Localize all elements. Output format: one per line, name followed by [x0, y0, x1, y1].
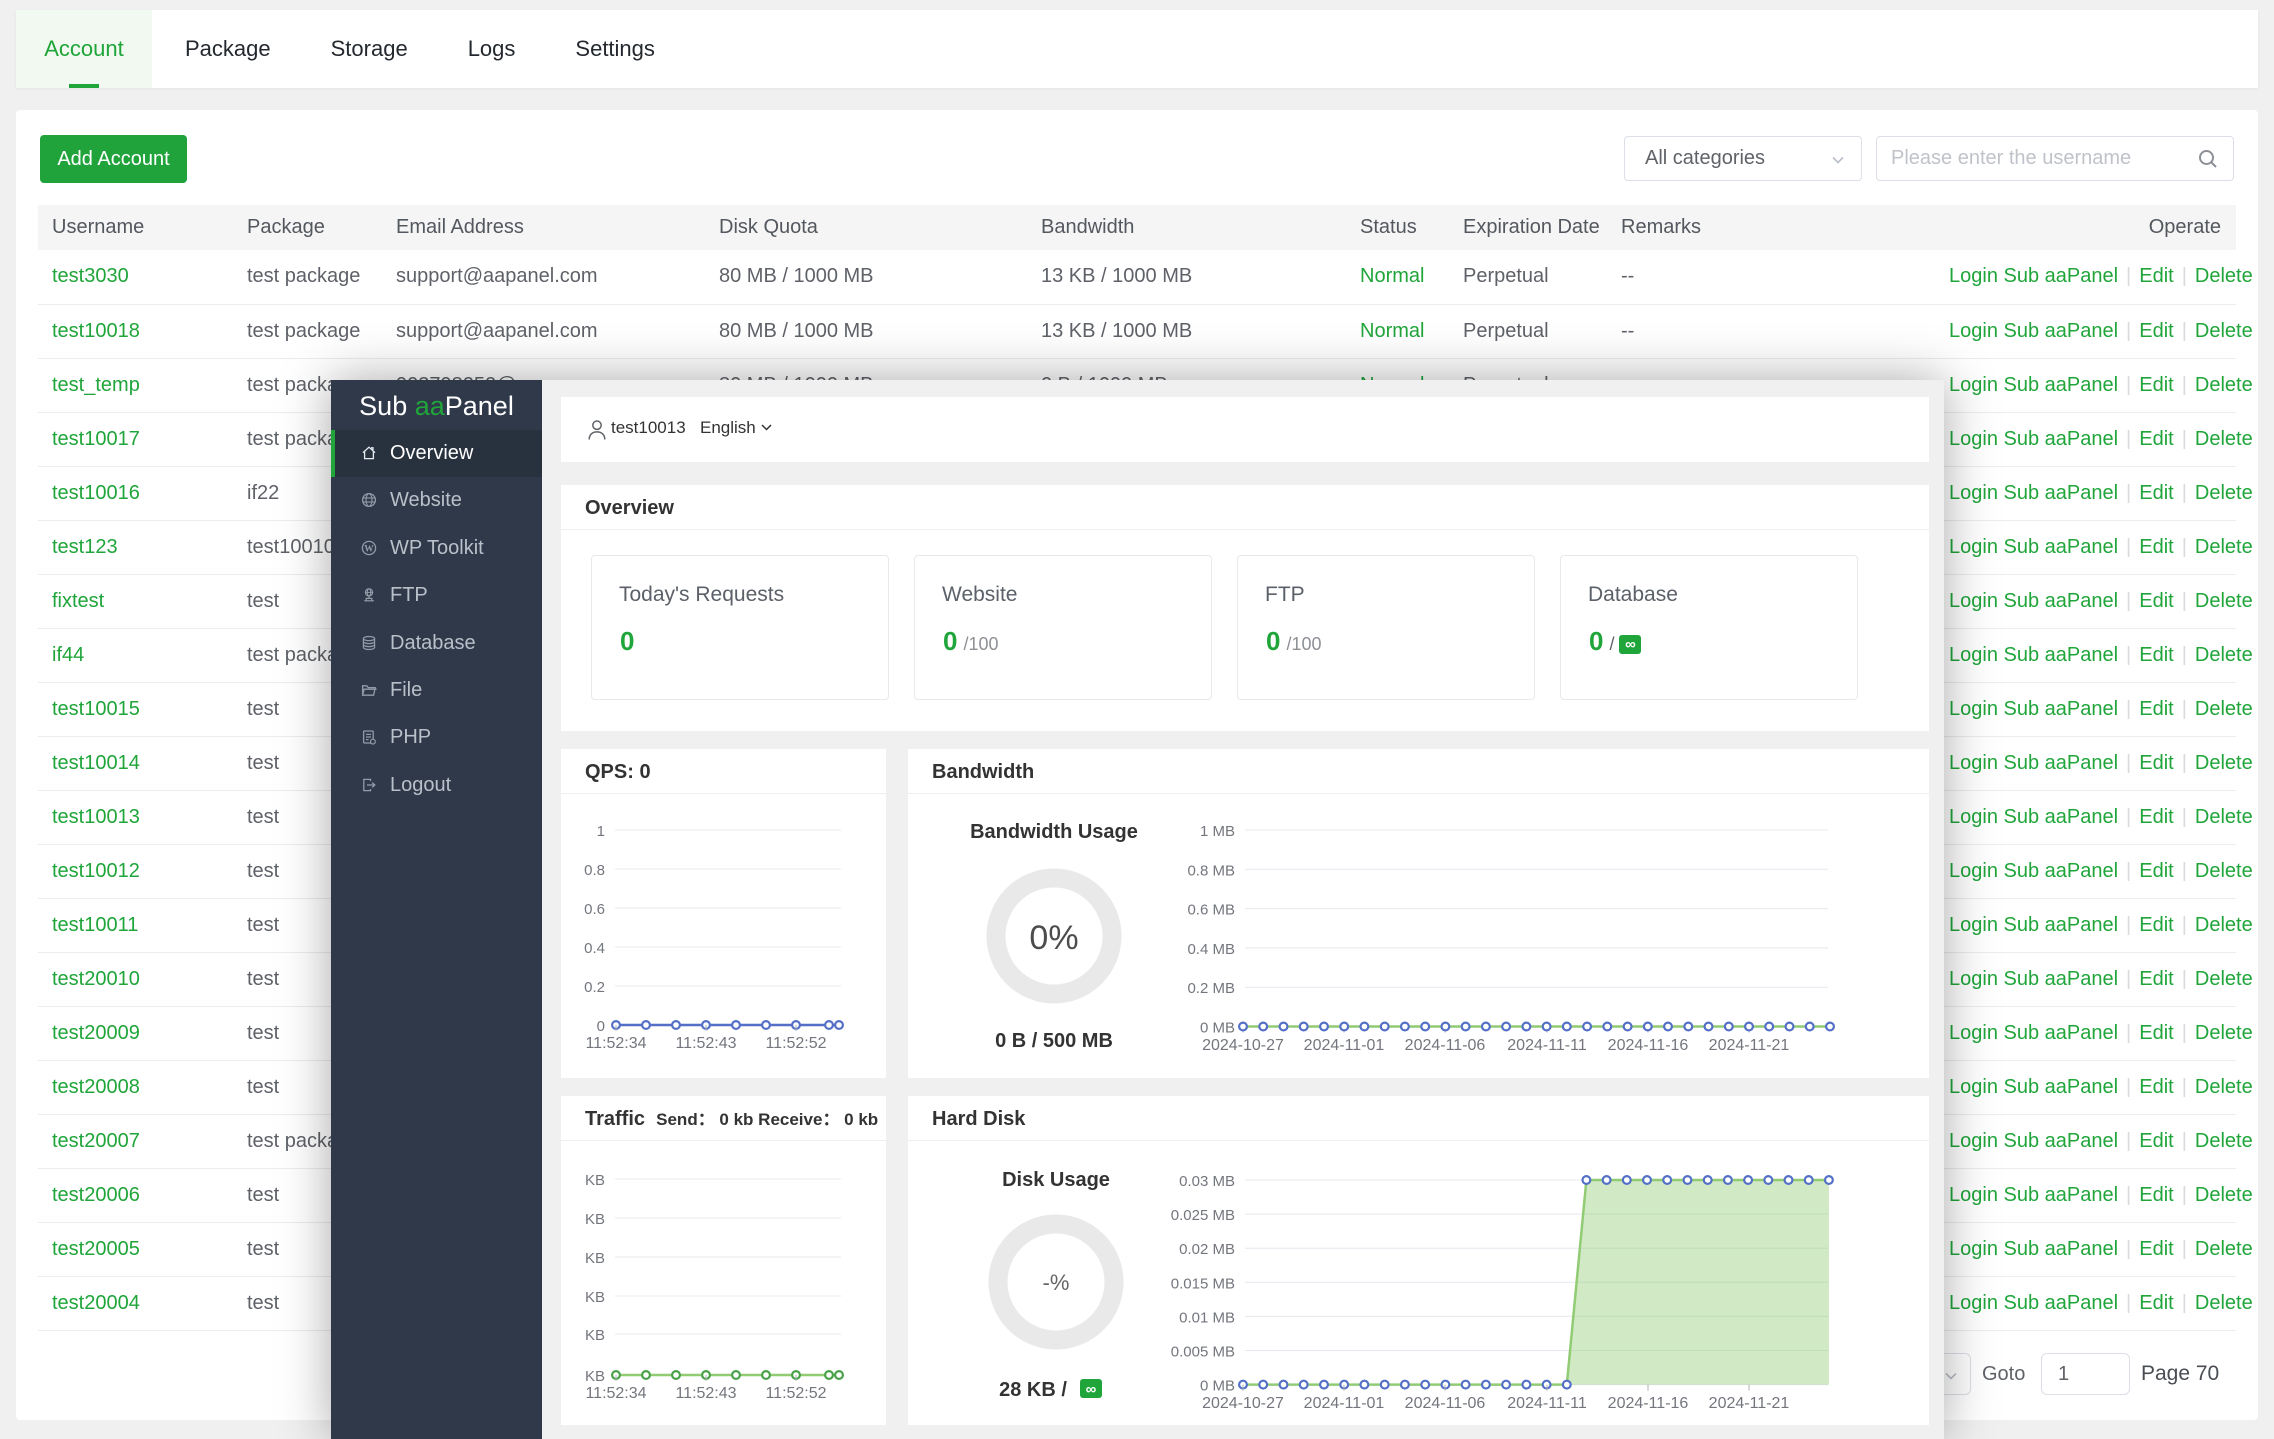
- svg-text:0%: 0%: [1029, 919, 1078, 957]
- svg-text:KB: KB: [585, 1327, 605, 1344]
- svg-text:1: 1: [597, 823, 605, 840]
- svg-text:0.4 MB: 0.4 MB: [1187, 941, 1235, 958]
- svg-text:2024-11-06: 2024-11-06: [1405, 1037, 1486, 1054]
- svg-text:11:52:43: 11:52:43: [675, 1385, 736, 1402]
- svg-text:Bandwidth Usage: Bandwidth Usage: [970, 821, 1138, 843]
- svg-text:2024-11-21: 2024-11-21: [1709, 1037, 1790, 1054]
- svg-text:2024-10-27: 2024-10-27: [1202, 1395, 1284, 1412]
- svg-text:0.6 MB: 0.6 MB: [1187, 902, 1235, 919]
- svg-text:1 MB: 1 MB: [1200, 823, 1235, 840]
- svg-text:0: 0: [597, 1018, 605, 1035]
- svg-text:0.4: 0.4: [584, 940, 605, 957]
- svg-text:KB: KB: [585, 1250, 605, 1267]
- svg-text:0 B / 500 MB: 0 B / 500 MB: [995, 1030, 1113, 1052]
- svg-text:11:52:34: 11:52:34: [585, 1385, 646, 1402]
- svg-text:KB: KB: [585, 1289, 605, 1306]
- svg-text:KB: KB: [585, 1211, 605, 1228]
- svg-text:KB: KB: [585, 1368, 605, 1385]
- svg-text:0.03 MB: 0.03 MB: [1179, 1173, 1235, 1190]
- svg-text:28 KB /: 28 KB /: [999, 1379, 1067, 1401]
- svg-text:-%: -%: [1043, 1270, 1070, 1295]
- svg-text:11:52:43: 11:52:43: [675, 1035, 736, 1052]
- svg-text:0.005 MB: 0.005 MB: [1171, 1344, 1235, 1361]
- svg-text:2024-11-21: 2024-11-21: [1709, 1395, 1790, 1412]
- svg-text:0.015 MB: 0.015 MB: [1171, 1275, 1235, 1292]
- svg-text:0.01 MB: 0.01 MB: [1179, 1309, 1235, 1326]
- svg-text:2024-11-11: 2024-11-11: [1507, 1037, 1587, 1054]
- svg-text:0.8: 0.8: [584, 862, 605, 879]
- svg-text:2024-11-16: 2024-11-16: [1608, 1395, 1689, 1412]
- svg-text:0.2 MB: 0.2 MB: [1187, 980, 1235, 997]
- svg-text:0.6: 0.6: [584, 901, 605, 918]
- svg-text:0.2: 0.2: [584, 979, 605, 996]
- svg-text:2024-11-16: 2024-11-16: [1608, 1037, 1689, 1054]
- svg-text:0.025 MB: 0.025 MB: [1171, 1207, 1235, 1224]
- svg-text:11:52:52: 11:52:52: [765, 1035, 826, 1052]
- svg-text:0.8 MB: 0.8 MB: [1187, 862, 1235, 879]
- svg-text:2024-11-01: 2024-11-01: [1304, 1395, 1385, 1412]
- svg-text:2024-10-27: 2024-10-27: [1202, 1037, 1284, 1054]
- svg-text:2024-11-11: 2024-11-11: [1507, 1395, 1587, 1412]
- svg-text:W: W: [364, 544, 374, 554]
- svg-text:2024-11-06: 2024-11-06: [1405, 1395, 1486, 1412]
- svg-text:11:52:34: 11:52:34: [585, 1035, 646, 1052]
- svg-text:0.02 MB: 0.02 MB: [1179, 1241, 1235, 1258]
- svg-text:KB: KB: [585, 1172, 605, 1189]
- svg-text:∞: ∞: [1086, 1381, 1097, 1398]
- svg-text:Disk Usage: Disk Usage: [1002, 1169, 1110, 1191]
- svg-text:2024-11-01: 2024-11-01: [1304, 1037, 1385, 1054]
- svg-text:0 MB: 0 MB: [1200, 1378, 1235, 1395]
- svg-text:0 MB: 0 MB: [1200, 1020, 1235, 1037]
- svg-text:11:52:52: 11:52:52: [765, 1385, 826, 1402]
